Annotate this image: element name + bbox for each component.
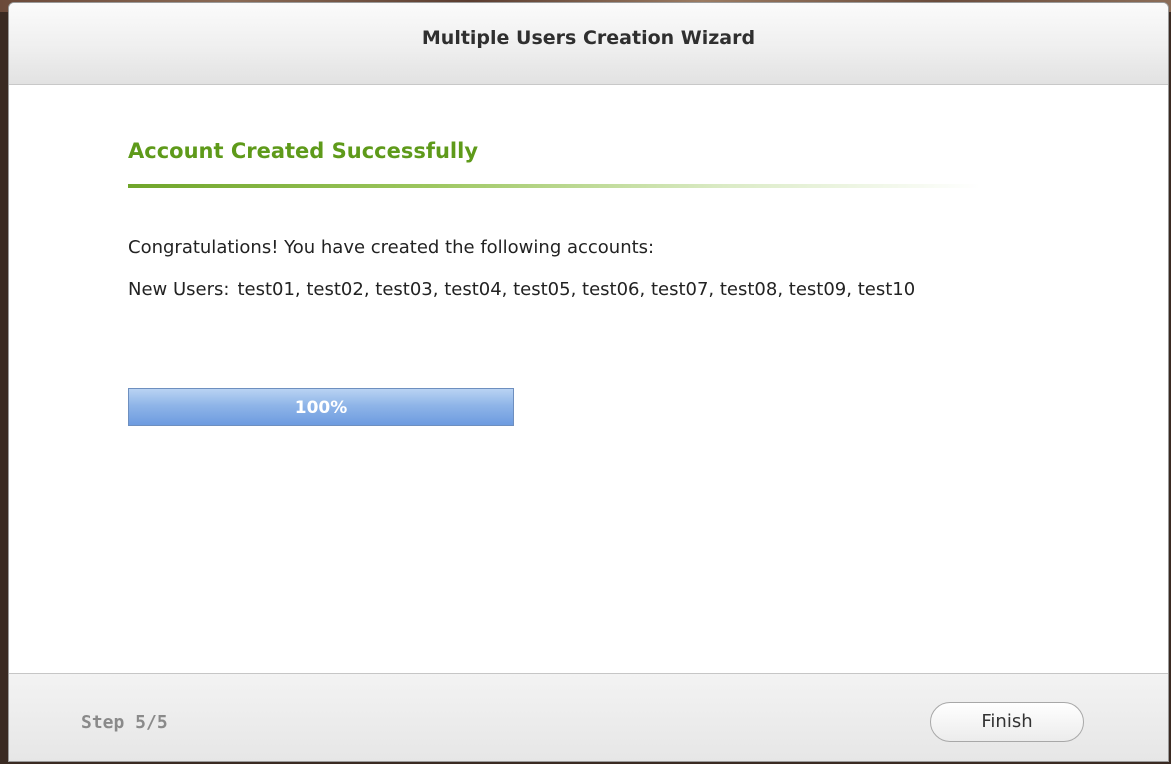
section-title: Account Created Successfully (128, 139, 479, 163)
dialog-title: Multiple Users Creation Wizard (421, 27, 756, 49)
new-users-list: test01, test02, test03, test04, test05, … (237, 279, 916, 300)
new-users-row: New Users: test01, test02, test03, test0… (128, 277, 1048, 303)
progress-bar: 100% (128, 388, 514, 426)
finish-button[interactable]: Finish (930, 702, 1084, 742)
success-message: Congratulations! You have created the fo… (128, 237, 655, 258)
section-divider (128, 184, 980, 188)
progress-label: 100% (294, 398, 348, 418)
new-users-label: New Users: (128, 279, 230, 300)
dialog-footer: Step 5/5 Finish (9, 673, 1168, 761)
dialog-titlebar[interactable]: Multiple Users Creation Wizard (9, 3, 1168, 85)
step-indicator: Step 5/5 (81, 712, 168, 733)
wizard-dialog: Multiple Users Creation Wizard Account C… (8, 2, 1169, 762)
